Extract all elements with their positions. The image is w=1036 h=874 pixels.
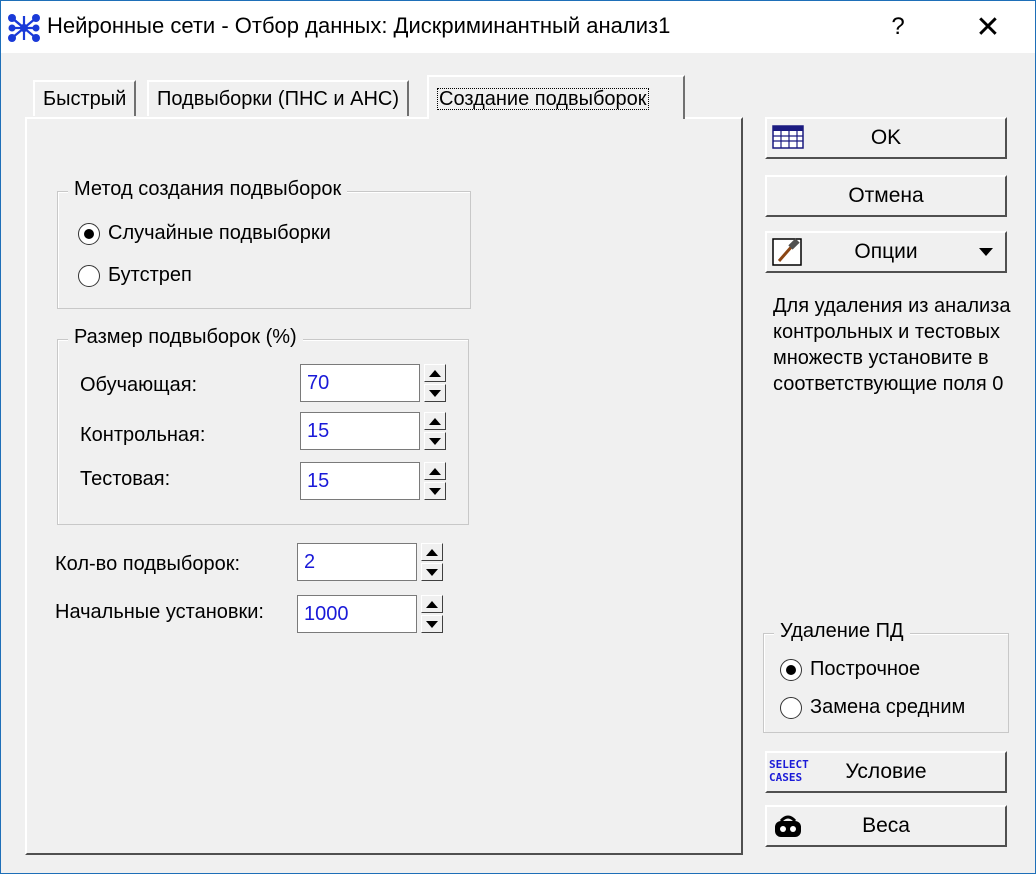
train-spin-down[interactable] <box>424 384 446 402</box>
tab-subsamples-label: Подвыборки (ПНС и АНС) <box>157 88 400 110</box>
test-spinner[interactable] <box>424 462 446 500</box>
radio-casewise-label: Построчное <box>810 658 921 680</box>
test-label: Тестовая: <box>80 468 171 490</box>
train-label: Обучающая: <box>80 374 198 396</box>
tab-create-subsamples[interactable]: Создание подвыборок <box>427 75 685 119</box>
help-button[interactable]: ? <box>853 1 943 53</box>
weights-label: Веса <box>862 814 910 837</box>
cancel-button[interactable]: Отмена <box>765 175 1007 217</box>
arrow-down-icon <box>429 437 441 445</box>
tab-panel: Метод создания подвыборок Случайные подв… <box>25 117 743 855</box>
radio-casewise[interactable]: Построчное <box>780 658 920 681</box>
tab-create-subsamples-label: Создание подвыборок <box>437 88 649 110</box>
weights-button[interactable]: Веса <box>765 805 1007 847</box>
missing-data-group: Удаление ПД Построчное Замена средним <box>763 620 1009 733</box>
arrow-down-icon <box>429 389 441 397</box>
radio-bootstrap-indicator[interactable] <box>78 264 100 287</box>
seed-input[interactable]: 1000 <box>297 595 417 633</box>
method-group: Метод создания подвыборок Случайные подв… <box>57 178 471 309</box>
test-spin-down[interactable] <box>424 482 446 500</box>
options-button[interactable]: Опции <box>765 231 1007 273</box>
hint-text: Для удаления из анализа контрольных и те… <box>773 295 1011 395</box>
arrow-up-icon <box>426 548 438 556</box>
title-bar: Нейронные сети - Отбор данных: Дискримин… <box>1 1 1035 53</box>
radio-bootstrap[interactable]: Бутстреп <box>78 264 192 287</box>
tab-quick[interactable]: Быстрый <box>33 80 137 116</box>
window-title: Нейронные сети - Отбор данных: Дискримин… <box>47 13 671 38</box>
subsample-count-label: Кол-во подвыборок: <box>55 553 241 575</box>
size-group-title: Размер подвыборок (%) <box>68 326 303 349</box>
radio-mean-substitution[interactable]: Замена средним <box>780 696 965 719</box>
arrow-up-icon <box>429 417 441 425</box>
radio-random-indicator[interactable] <box>78 222 100 245</box>
seed-spin-down[interactable] <box>421 615 443 633</box>
method-group-title: Метод создания подвыборок <box>68 178 348 201</box>
select-cases-icon: SELECT CASES <box>769 758 809 784</box>
validation-label: Контрольная: <box>80 424 206 446</box>
select-cases-icon-line2: CASES <box>769 771 803 784</box>
seed-spinner[interactable] <box>421 595 443 633</box>
test-input[interactable]: 15 <box>300 462 420 500</box>
select-cases-icon-line1: SELECT <box>769 758 809 771</box>
validation-spin-down[interactable] <box>424 432 446 450</box>
arrow-down-icon <box>429 487 441 495</box>
app-icon <box>8 14 40 42</box>
tab-quick-label: Быстрый <box>43 88 127 110</box>
arrow-down-icon <box>426 568 438 576</box>
weights-icon <box>775 815 801 837</box>
train-input[interactable]: 70 <box>300 364 420 402</box>
subsample-count-input[interactable]: 2 <box>297 543 417 581</box>
train-spinner[interactable] <box>424 364 446 402</box>
tab-subsamples[interactable]: Подвыборки (ПНС и АНС) <box>147 80 410 116</box>
chevron-down-icon <box>979 248 993 256</box>
condition-button[interactable]: SELECT CASES Условие <box>765 751 1007 793</box>
ok-grid-icon <box>772 125 804 149</box>
condition-label: Условие <box>845 760 927 783</box>
options-icon <box>772 238 802 266</box>
ok-label: OK <box>870 126 902 149</box>
arrow-up-icon <box>426 600 438 608</box>
radio-mean-substitution-indicator[interactable] <box>780 696 802 719</box>
subsample-count-spin-down[interactable] <box>421 563 443 581</box>
dialog-window: Нейронные сети - Отбор данных: Дискримин… <box>0 0 1036 874</box>
radio-bootstrap-label: Бутстреп <box>108 264 192 286</box>
test-spin-up[interactable] <box>424 462 446 480</box>
cancel-label: Отмена <box>848 184 924 207</box>
size-group: Размер подвыборок (%) Обучающая: 70 Конт… <box>57 326 469 525</box>
subsample-count-spinner[interactable] <box>421 543 443 581</box>
radio-random[interactable]: Случайные подвыборки <box>78 222 331 245</box>
radio-casewise-indicator[interactable] <box>780 658 802 681</box>
missing-data-group-title: Удаление ПД <box>774 620 910 643</box>
subsample-count-spin-up[interactable] <box>421 543 443 561</box>
seed-spin-up[interactable] <box>421 595 443 613</box>
radio-random-label: Случайные подвыборки <box>108 222 331 244</box>
ok-button[interactable]: OK <box>765 117 1007 159</box>
validation-spin-up[interactable] <box>424 412 446 430</box>
arrow-up-icon <box>429 369 441 377</box>
seed-label: Начальные установки: <box>55 601 264 623</box>
validation-spinner[interactable] <box>424 412 446 450</box>
options-label: Опции <box>854 240 918 263</box>
arrow-up-icon <box>429 467 441 475</box>
radio-mean-substitution-label: Замена средним <box>810 696 966 718</box>
close-button[interactable]: ✕ <box>943 1 1033 53</box>
train-spin-up[interactable] <box>424 364 446 382</box>
arrow-down-icon <box>426 620 438 628</box>
validation-input[interactable]: 15 <box>300 412 420 450</box>
